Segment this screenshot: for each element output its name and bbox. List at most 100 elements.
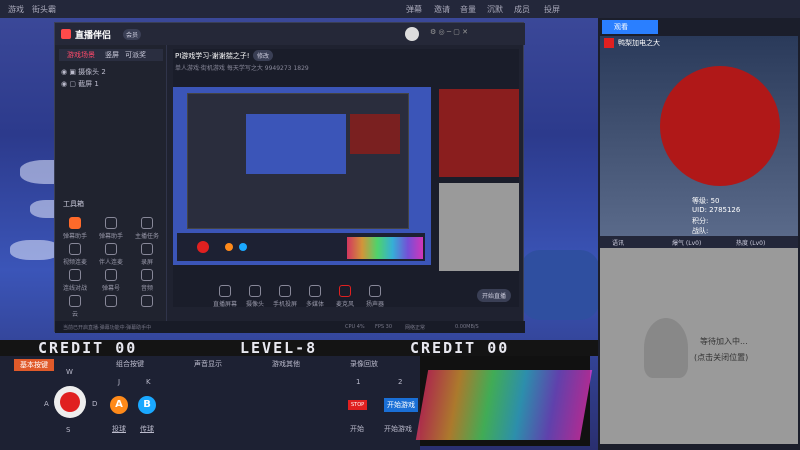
stat-level: 等级: 50 (692, 197, 720, 205)
stream-title: PI游戏学习-谢谢揣之子! (175, 52, 250, 60)
tool-item[interactable]: 云 (63, 295, 87, 318)
stream-subtitle: 单人游戏·街机游戏 每天学写之大 9949273 1829 (175, 63, 309, 72)
tool-label: 音频 (140, 285, 153, 292)
title-bar: 直播伴侣 会员 ⚙ ◎ ─ ▢ ✕ (55, 23, 525, 45)
topbar-btn[interactable]: 成员 (514, 4, 530, 15)
scene-label: 摄像头 2 (78, 68, 106, 76)
stop-button[interactable]: STOP (348, 400, 368, 410)
tab-reward[interactable]: 可派奖 (125, 50, 146, 60)
topbar-btn[interactable]: 邀请 (434, 4, 450, 15)
joystick-knob[interactable] (60, 392, 80, 412)
tool-icon (141, 217, 153, 229)
top-bar: 游戏 街头霸 弹幕 邀请 音量 沉默 成员 投屏 (0, 0, 800, 18)
tool-item[interactable] (99, 295, 123, 309)
topbar-tab[interactable]: 街头霸 (32, 4, 56, 15)
tool-item[interactable]: 录屏 (135, 243, 159, 266)
tool-item[interactable]: 伴人连麦 (99, 243, 123, 266)
cam-thumb (439, 89, 519, 177)
button-a[interactable]: A (110, 396, 128, 414)
bottom-tool-icon (339, 285, 351, 297)
tab-other[interactable]: 游戏其他 (272, 359, 300, 369)
bottom-tool[interactable]: 手机投屏 (273, 285, 297, 308)
bottom-tool-icon (369, 285, 381, 297)
nested-window (187, 93, 409, 229)
waiting-text: 等待加入中... (700, 337, 748, 346)
bottom-tool-icon (249, 285, 261, 297)
button-b[interactable]: B (138, 396, 156, 414)
scene-item[interactable]: ◉ ▣ 摄像头 2 (61, 67, 161, 79)
tool-icon (105, 295, 117, 307)
nested-preview-2 (246, 114, 346, 174)
topbar-btn[interactable]: 音量 (460, 4, 476, 15)
scene-item[interactable]: ◉ ▢ 截屏 1 (61, 79, 161, 91)
tab-game-scene[interactable]: 游戏场景 (67, 50, 95, 60)
credit-right: CREDIT 00 (410, 339, 510, 357)
tool-icon (69, 269, 81, 281)
tool-item[interactable]: 音频 (135, 269, 159, 292)
settings-icon[interactable]: ⚙ ◎ ─ ▢ ✕ (430, 28, 468, 36)
edit-title-button[interactable]: 修改 (253, 50, 274, 61)
bottom-tool[interactable]: 多媒体 (303, 285, 327, 308)
rising-sun (660, 66, 780, 186)
tool-item[interactable]: 视频连麦 (63, 243, 87, 266)
level-text: LEVEL-8 (240, 339, 318, 357)
tool-icon (69, 243, 81, 255)
status-cpu: CPU 4% (345, 324, 365, 330)
bottom-tool-icon (309, 285, 321, 297)
tab-combo[interactable]: 组合按键 (116, 359, 144, 369)
topbar-btn[interactable]: 沉默 (487, 4, 503, 15)
tab-vertical[interactable]: 竖屏 (105, 50, 119, 60)
tool-label: 主播任务 (135, 233, 160, 240)
tool-item[interactable]: 弹幕助手 (99, 217, 123, 240)
topbar-btn[interactable]: 投屏 (544, 4, 560, 15)
tool-item[interactable]: 连线对战 (63, 269, 87, 292)
key-j-label: J (118, 378, 121, 386)
tool-icon (105, 243, 117, 255)
bottom-tool[interactable]: 直播屏幕 (213, 285, 237, 308)
key-a: A (44, 400, 49, 408)
bottom-tool-icon (279, 285, 291, 297)
tool-label: 视频连麦 (63, 259, 88, 266)
tool-item[interactable]: 弹幕号 (99, 269, 123, 292)
tool-icon (69, 295, 81, 307)
tool-label: 云 (71, 311, 78, 318)
start-game-button[interactable]: 开始游戏 (384, 398, 418, 412)
tool-label: 弹幕号 (101, 285, 120, 292)
tab-sound[interactable]: 声音显示 (194, 359, 222, 369)
bottom-tool[interactable]: 摄像头 (243, 285, 267, 308)
footer-heat: 热度 (Lv0) (736, 240, 766, 247)
tool-item[interactable]: 主播任务 (135, 217, 159, 240)
waiting-sub[interactable]: (点击关闭位置) (694, 352, 748, 363)
pass-label[interactable]: 传球 (140, 424, 154, 434)
tool-label: 弹幕助手 (99, 233, 124, 240)
tool-item[interactable] (135, 295, 159, 309)
empty-slot (439, 183, 519, 271)
tool-label: 连线对战 (63, 285, 88, 292)
vip-badge[interactable]: 会员 (123, 29, 142, 40)
bottom-tool-label: 麦克风 (335, 301, 354, 308)
avatar[interactable] (405, 27, 419, 41)
status-fps: FPS 30 (375, 324, 393, 330)
tab-basic[interactable]: 基本按键 (14, 359, 54, 371)
bottom-tool[interactable]: 扬声器 (363, 285, 387, 308)
topbar-tab[interactable]: 游戏 (8, 4, 24, 15)
footer-voice[interactable]: 语讯 (612, 238, 624, 247)
throw-label[interactable]: 投球 (112, 424, 126, 434)
footer-anger: 爆气 (Lv0) (672, 240, 702, 247)
tool-item[interactable]: 弹幕助手 (63, 217, 87, 240)
logo-icon (61, 29, 71, 39)
go-live-button[interactable]: 开始直播 (477, 289, 512, 302)
waiting-slot[interactable]: 等待加入中... (点击关闭位置) (600, 248, 798, 444)
sub-count: 1829 (293, 65, 309, 72)
watch-tab[interactable]: 观看 (602, 20, 658, 34)
tab-replay[interactable]: 录像回放 (350, 359, 378, 369)
joystick[interactable] (54, 386, 86, 418)
stat-team: 战队: (692, 227, 709, 235)
topbar-btn[interactable]: 弹幕 (406, 4, 422, 15)
bottom-tool[interactable]: 麦克风 (333, 285, 357, 308)
credit-left: CREDIT 00 (38, 339, 138, 357)
sub-name: 每天学写之大 (226, 65, 263, 72)
nested-panel (177, 233, 425, 261)
cloud (10, 240, 60, 260)
status-bar: 当前已开启直播·弹幕功能中·弹幕助手中 CPU 4% FPS 30 网络正常 0… (55, 321, 525, 333)
